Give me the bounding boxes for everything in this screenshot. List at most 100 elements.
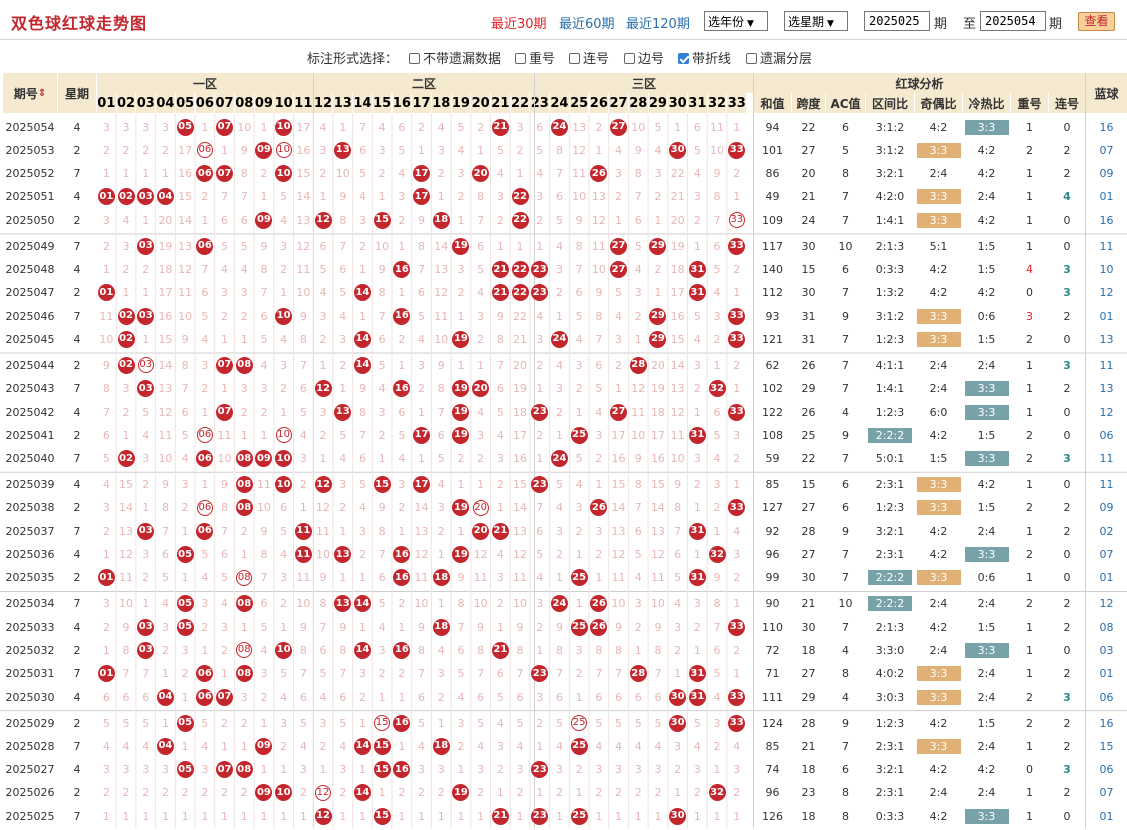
miss-count: 9 xyxy=(713,571,721,585)
miss-count: 2 xyxy=(555,786,563,800)
number-cell: 3 xyxy=(491,567,510,589)
number-cell: 1 xyxy=(196,116,215,138)
miss-count: 6 xyxy=(555,690,563,704)
number-cell: 30 xyxy=(668,805,687,827)
number-cell: 2 xyxy=(235,782,254,804)
red-ball: 30 xyxy=(669,714,687,732)
number-cell: 6 xyxy=(196,282,215,304)
miss-count: 2 xyxy=(536,358,544,372)
number-cell: 1 xyxy=(255,424,274,446)
number-cell: 2 xyxy=(708,328,727,350)
miss-count: 5 xyxy=(654,716,662,730)
number-cell: 6 xyxy=(609,686,628,708)
number-cell: 3 xyxy=(136,116,155,138)
miss-count: 3 xyxy=(713,716,721,730)
miss-count: 20 xyxy=(650,358,665,372)
miss-count: 2 xyxy=(477,332,485,346)
number-cell: 25 xyxy=(570,805,589,827)
miss-count: 16 xyxy=(158,309,173,323)
miss-count: 4 xyxy=(102,478,110,492)
miss-count: 17 xyxy=(296,120,311,134)
number-cell: 4 xyxy=(471,735,490,757)
miss-count: 2 xyxy=(418,382,426,396)
number-cell: 4 xyxy=(432,474,451,496)
miss-count: 1 xyxy=(260,716,268,730)
miss-count: 2 xyxy=(221,716,229,730)
number-cell: 1 xyxy=(471,805,490,827)
miss-count: 1 xyxy=(142,597,150,611)
number-cell: 02 xyxy=(117,354,136,376)
analysis-cell: 3:2:1 xyxy=(875,763,905,777)
miss-count: 6 xyxy=(358,452,366,466)
number-cell: 4 xyxy=(491,163,510,185)
miss-count: 7 xyxy=(595,332,603,346)
red-ball: 10 xyxy=(275,450,293,468)
number-cell: 2 xyxy=(235,401,254,423)
number-cell: 6 xyxy=(353,139,372,161)
red-ball: 31 xyxy=(688,284,706,302)
miss-count: 1 xyxy=(319,358,327,372)
miss-count: 7 xyxy=(595,667,603,681)
miss-count: 14 xyxy=(414,501,429,515)
analysis-cell: 2:4 xyxy=(977,190,996,204)
miss-count: 8 xyxy=(339,643,347,657)
number-cell: 26 xyxy=(590,163,609,185)
miss-count: 8 xyxy=(437,382,445,396)
miss-count: 8 xyxy=(615,643,623,657)
number-cell: 3 xyxy=(156,116,175,138)
miss-count: 5 xyxy=(713,667,721,681)
red-ball: 15 xyxy=(373,737,391,755)
analysis-cell: 2:4 xyxy=(977,358,996,372)
miss-count: 2 xyxy=(319,739,327,753)
number-cell: 1 xyxy=(452,474,471,496)
miss-count: 1 xyxy=(575,597,583,611)
miss-count: 3 xyxy=(319,405,327,419)
miss-count: 6 xyxy=(398,120,406,134)
miss-count: 9 xyxy=(260,239,268,253)
number-cell: 2 xyxy=(491,474,510,496)
miss-count: 4 xyxy=(575,332,583,346)
number-cell: 1 xyxy=(156,712,175,734)
miss-count: 8 xyxy=(181,358,189,372)
analysis-cell: 0:6 xyxy=(977,309,996,323)
analysis-cell: 8 xyxy=(842,786,849,800)
number-cell: 4 xyxy=(97,735,116,757)
analysis-cell: 22 xyxy=(801,120,816,134)
miss-count: 1 xyxy=(358,716,366,730)
number-cell: 1 xyxy=(511,163,530,185)
number-cell: 3 xyxy=(688,759,707,781)
miss-count: 6 xyxy=(378,332,386,346)
number-cell: 23 xyxy=(530,805,549,827)
number-cell: 2 xyxy=(609,782,628,804)
miss-count: 4 xyxy=(398,167,406,181)
miss-count: 5 xyxy=(378,358,386,372)
analysis-cell: 9 xyxy=(842,428,849,442)
number-cell: 3 xyxy=(136,448,155,470)
number-cell: 5 xyxy=(136,712,155,734)
miss-count: 9 xyxy=(674,478,682,492)
number-cell: 1 xyxy=(314,354,333,376)
miss-count: 2 xyxy=(161,643,169,657)
analysis-cell: 2:3:1 xyxy=(875,786,905,800)
number-cell: 06 xyxy=(196,424,215,446)
number-cell: 6 xyxy=(412,686,431,708)
miss-count: 1 xyxy=(634,332,642,346)
number-cell: 9 xyxy=(668,474,687,496)
number-cell: 2 xyxy=(156,639,175,661)
number-cell: 5 xyxy=(688,305,707,327)
number-cell: 2 xyxy=(590,544,609,566)
number-cell: 19 xyxy=(668,235,687,257)
issue-cell: 2025054 xyxy=(5,120,55,134)
miss-count: 6 xyxy=(299,382,307,396)
miss-count: 2 xyxy=(693,382,701,396)
analysis-cell: 2 xyxy=(1026,332,1033,346)
number-cell: 1 xyxy=(136,805,155,827)
miss-count: 1 xyxy=(240,739,248,753)
red-ball: 02 xyxy=(117,330,135,348)
miss-count: 2 xyxy=(319,167,327,181)
miss-count: 14 xyxy=(650,501,665,515)
number-cell: 2 xyxy=(550,401,569,423)
odd-even-tag: 3:3 xyxy=(916,212,961,228)
miss-count: 5 xyxy=(575,309,583,323)
number-cell: 19 xyxy=(452,378,471,400)
